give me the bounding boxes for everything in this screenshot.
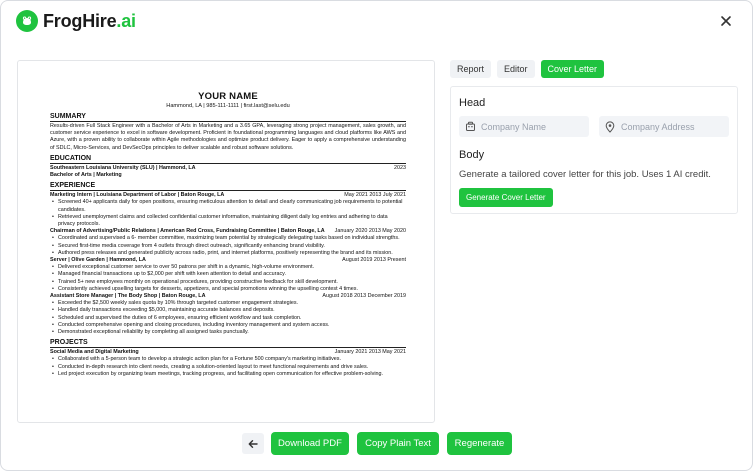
close-button[interactable] [718, 13, 734, 29]
resume-experience-item: Marketing Intern | Louisiana Department … [50, 192, 406, 228]
resume-name: YOUR NAME [198, 91, 258, 102]
resume-section-summary: SUMMARY [50, 113, 406, 122]
back-button[interactable] [242, 433, 264, 454]
company-name-field[interactable]: Company Name [459, 116, 589, 137]
resume-bullet: Secured first-time media coverage from 4… [50, 243, 406, 250]
view-tabs: Report Editor Cover Letter [450, 60, 605, 78]
resume-education-row: Southeastern Louisiana University (SLU) … [50, 164, 406, 171]
resume-summary-text: Results-driven Full Stack Engineer with … [50, 123, 406, 151]
resume-bullet: Managed financial transactions up to $2,… [50, 271, 406, 278]
close-icon [721, 16, 731, 26]
regenerate-button[interactable]: Regenerate [447, 432, 512, 455]
resume-bullet: Delivered exceptional customer service t… [50, 264, 406, 271]
resume-bullet: Handled daily transactions exceeding $5,… [50, 307, 406, 314]
resume-bullet: Retrieved unemployment claims and collec… [50, 214, 406, 228]
resume-preview-panel[interactable]: YOUR NAME Hammond, LA | 985-111-1111 | f… [17, 60, 435, 423]
resume-bullet: Consistently achieved upselling targets … [50, 286, 406, 293]
brand-name: FrogHire.ai [43, 10, 136, 31]
resume-section-experience: EXPERIENCE [50, 182, 406, 192]
resume-bullet: Exceeded the $2,500 weekly sales quota b… [50, 300, 406, 307]
resume-bullet: Authored press releases and generated pu… [50, 250, 406, 257]
company-address-placeholder: Company Address [621, 121, 695, 132]
tab-cover-letter[interactable]: Cover Letter [540, 60, 605, 78]
resume-bullet: Coordinated and supervised a 6- member c… [50, 235, 406, 242]
resume-bullet: Screened 40+ applicants daily for open p… [50, 199, 406, 213]
brand-logo: FrogHire.ai [16, 10, 136, 32]
resume-experience-item: Chairman of Advertising/Public Relations… [50, 228, 406, 257]
building-icon [459, 121, 481, 132]
download-pdf-button[interactable]: Download PDF [271, 432, 349, 455]
location-pin-icon [599, 120, 621, 133]
resume-experience-item: Assistant Store Manager | The Body Shop … [50, 293, 406, 336]
resume-project-item: Social Media and Digital Marketing Januar… [50, 349, 406, 378]
body-description: Generate a tailored cover letter for thi… [459, 169, 711, 180]
resume-bullet: Scheduled and supervised the duties of 6… [50, 315, 406, 322]
generate-cover-letter-button[interactable]: Generate Cover Letter [459, 188, 553, 207]
head-heading: Head [459, 97, 486, 109]
arrow-left-icon [248, 439, 258, 448]
company-address-field[interactable]: Company Address [599, 116, 729, 137]
resume-bullet: Trained 5+ new employees monthly on oper… [50, 279, 406, 286]
resume-section-projects: PROJECTS [50, 339, 406, 349]
resume-bullet: Conducted in-depth research into client … [50, 364, 406, 371]
resume-bullet: Demonstrated exceptional reliability by … [50, 329, 406, 336]
resume-experience-item: Server | Olive Garden | Hammond, LA Augus… [50, 257, 406, 293]
resume-bullet: Conducted comprehensive opening and clos… [50, 322, 406, 329]
body-heading: Body [459, 149, 485, 161]
resume-contact: Hammond, LA | 985-111-1111 | first.last@… [166, 103, 290, 109]
tab-editor[interactable]: Editor [497, 60, 535, 78]
cover-letter-card: Head Company Name Company Address Body G… [450, 86, 738, 214]
resume-bullet: Led project execution by organizing team… [50, 371, 406, 378]
copy-plain-text-button[interactable]: Copy Plain Text [357, 432, 439, 455]
tab-report[interactable]: Report [450, 60, 492, 78]
resume-bullet: Collaborated with a 5-person team to dev… [50, 356, 406, 363]
resume-section-education: EDUCATION [50, 155, 406, 164]
frog-logo-icon [16, 10, 38, 32]
company-name-placeholder: Company Name [481, 121, 547, 132]
modal-window: FrogHire.ai YOUR NAME Hammond, LA | 985-… [0, 0, 753, 471]
resume-education-degree: Bachelor of Arts | Marketing [50, 172, 122, 179]
resume-document: YOUR NAME Hammond, LA | 985-111-1111 | f… [50, 91, 406, 378]
